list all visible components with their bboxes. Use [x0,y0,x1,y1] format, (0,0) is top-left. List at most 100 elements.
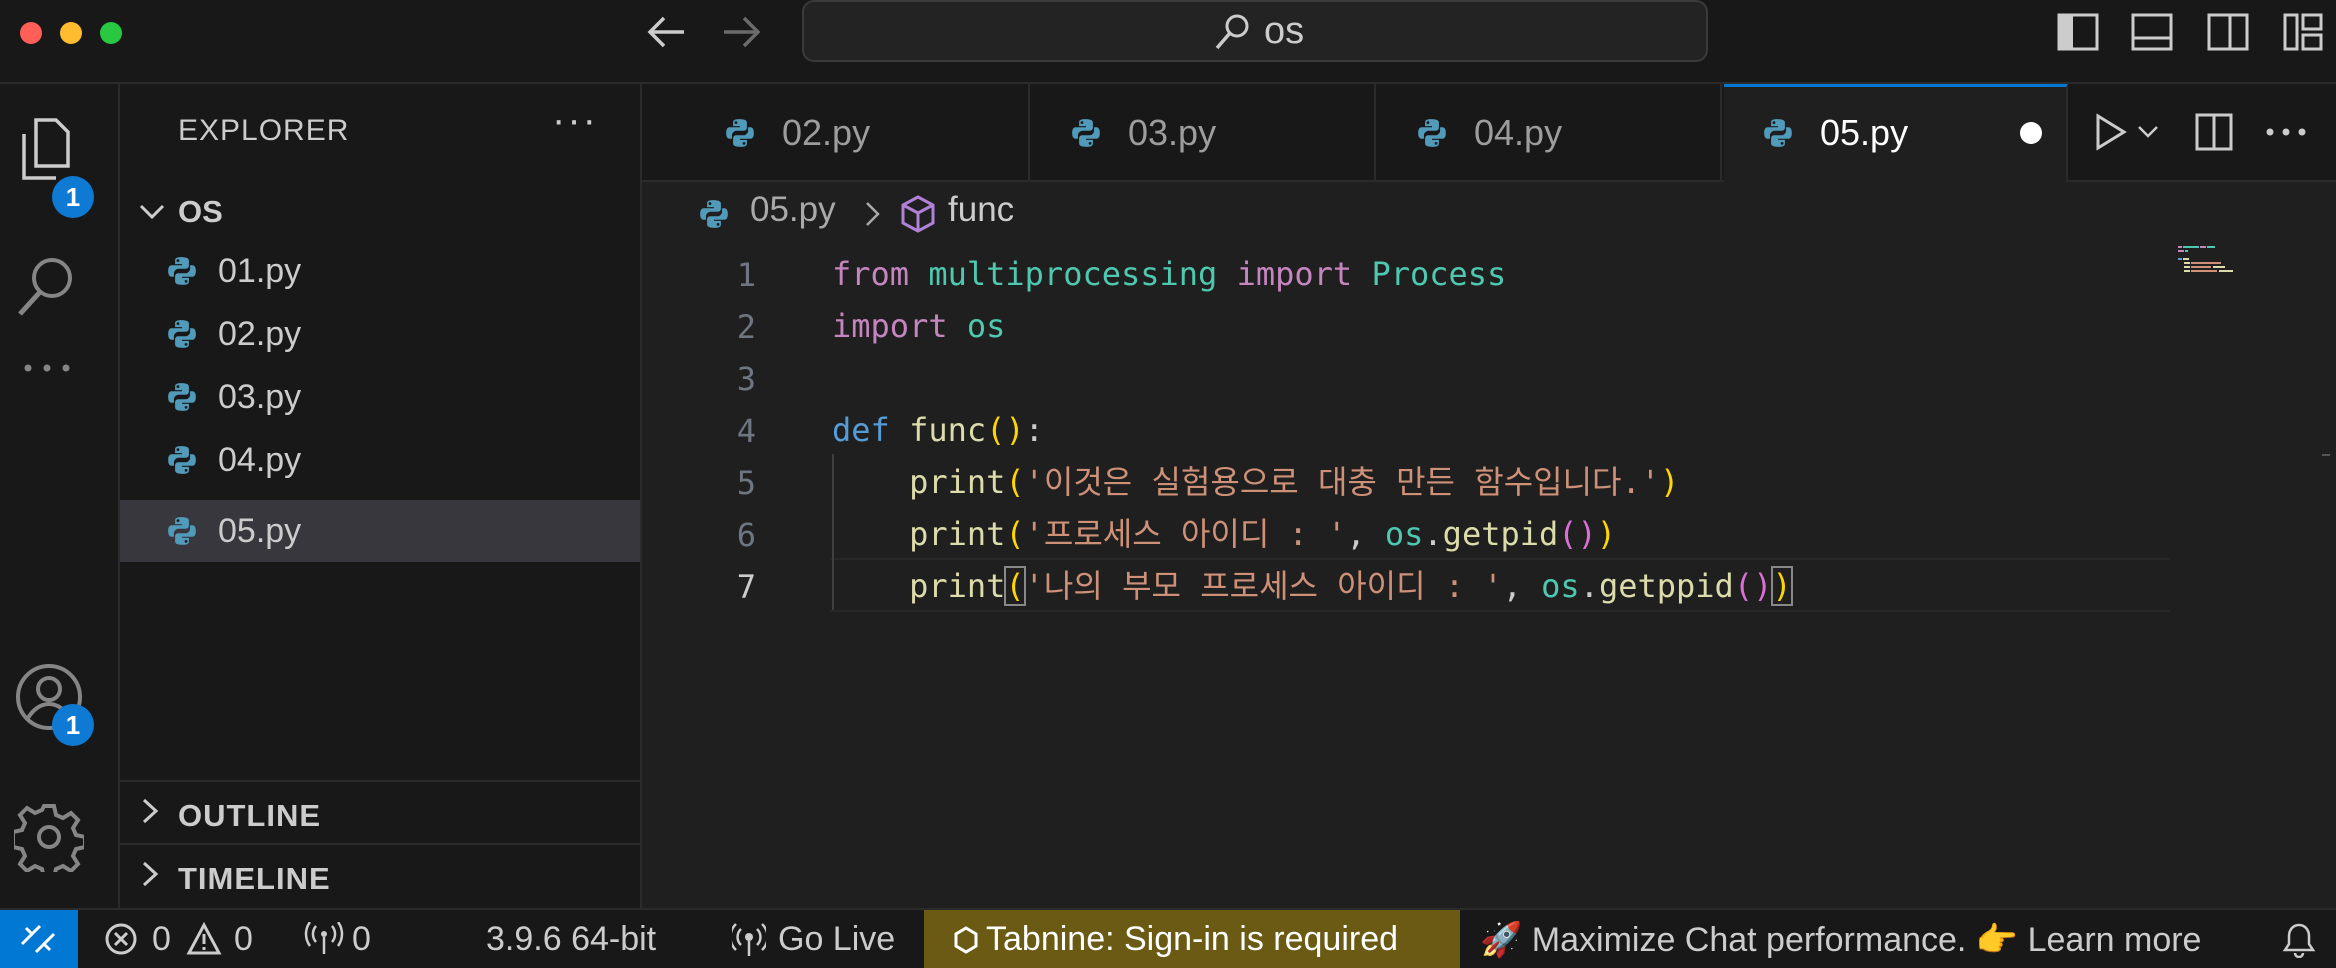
toggle-panel-icon[interactable] [2130,12,2174,52]
accounts-badge: 1 [52,704,94,746]
remote-indicator[interactable] [0,910,78,968]
tab-label: 02.py [782,112,871,153]
chevron-right-icon [142,798,159,824]
file-label: 01.py [218,252,302,290]
tab-label: 03.py [1128,112,1217,153]
command-center-search[interactable]: os [802,0,1708,62]
arrow-left-icon[interactable] [644,14,688,50]
line-number: 1 [736,256,756,294]
explorer-more-actions[interactable]: ··· [552,98,598,143]
line-number: 4 [736,412,756,450]
outline-section[interactable]: OUTLINE [120,780,640,844]
code-line-5: print('이것은 실험용으로 대충 만든 함수입니다.') [909,463,1680,501]
title-bar: os [0,0,2336,84]
file-03-py[interactable]: 03.py [120,366,640,428]
token-string: '프로세스 아이디 : ' [1024,515,1347,553]
timeline-section[interactable]: TIMELINE [120,843,640,907]
token-string: '나의 부모 프로세스 아이디 : ' [1024,567,1503,605]
token-module: os [966,307,1006,345]
token-function: print [909,463,1006,501]
warning-count[interactable]: 0 [234,920,253,959]
token-module: os [1541,567,1580,605]
tab-02-py[interactable]: 02.py [686,84,1030,180]
breadcrumb-symbol[interactable]: func [948,190,1014,230]
file-05-py[interactable]: 05.py [120,500,640,562]
token-function: print [909,567,1006,605]
split-editor-icon[interactable] [2194,112,2234,152]
error-count[interactable]: 0 [152,920,171,959]
maximize-window-button[interactable] [100,22,122,44]
line-number: 3 [736,360,756,398]
file-label: 03.py [218,378,302,416]
ports-count[interactable]: 0 [352,920,371,959]
tab-03-py[interactable]: 03.py [1032,84,1376,180]
python-file-icon [168,383,196,411]
search-icon [1215,14,1249,50]
search-icon[interactable] [14,252,80,322]
tab-04-py[interactable]: 04.py [1378,84,1722,180]
tab-05-py[interactable]: 05.py [1724,84,2068,182]
explorer-title: EXPLORER [178,114,350,147]
code-line-7: print('나의 부모 프로세스 아이디 : ', os.getppid()) [909,566,1793,606]
token-function: getppid [1598,567,1734,605]
python-file-icon [1072,119,1100,147]
explorer-sidebar: EXPLORER ··· OS 01.py 02.py 03.py 04.py … [120,84,642,908]
token-function: print [909,515,1006,553]
file-01-py[interactable]: 01.py [120,240,640,302]
file-04-py[interactable]: 04.py [120,429,640,491]
python-file-icon [168,257,196,285]
chevron-right-icon [866,202,880,226]
chat-promo[interactable]: 🚀 Maximize Chat performance. 👉 Learn mor… [1480,920,2201,960]
token-keyword: def [832,411,890,449]
token-keyword: from [832,255,910,293]
close-window-button[interactable] [20,22,42,44]
status-bar: 0 0 0 3.9.6 64-bit Go Live Tabnine: Sign… [0,908,2336,968]
chevron-down-icon[interactable] [2136,122,2160,142]
search-text: os [1264,10,1305,52]
go-live-broadcast-icon[interactable] [732,922,766,958]
code-line-2: import os [832,300,1005,352]
tabnine-status[interactable]: Tabnine: Sign-in is required [924,910,1460,968]
unsaved-dot-icon[interactable] [2020,122,2042,144]
python-file-icon [1418,119,1446,147]
token-module: os [1384,515,1424,553]
minimap[interactable] [2170,240,2336,906]
token-module: multiprocessing [928,255,1218,293]
symbol-method-icon [901,195,935,233]
token-keyword: import [1236,255,1353,293]
python-file-icon [726,119,754,147]
tabnine-icon [954,926,978,954]
python-file-icon [168,446,196,474]
chevron-down-icon [139,204,165,220]
remote-icon [20,924,56,954]
folder-label: OS [178,194,223,229]
gear-icon[interactable] [14,802,84,872]
python-file-icon [168,517,196,545]
activity-bar: 1 1 [0,84,120,908]
warning-icon[interactable] [186,922,222,956]
token-string: '이것은 실험용으로 대충 만든 함수입니다.' [1024,463,1660,501]
token-function: func [909,411,987,449]
breadcrumb-file[interactable]: 05.py [750,190,836,230]
go-live-button[interactable]: Go Live [778,920,895,959]
tab-label: 05.py [1820,112,1909,153]
arrow-right-icon[interactable] [720,14,764,50]
file-label: 05.py [218,512,302,550]
more-actions-icon[interactable] [2264,120,2308,144]
bell-icon[interactable] [2282,922,2316,958]
tabnine-label: Tabnine: Sign-in is required [986,920,1399,958]
tab-label: 04.py [1474,112,1563,153]
minimize-window-button[interactable] [60,22,82,44]
timeline-label: TIMELINE [178,861,331,896]
explorer-badge: 1 [52,176,94,218]
error-icon[interactable] [104,922,138,956]
run-icon[interactable] [2092,112,2128,152]
ports-broadcast-icon[interactable] [304,922,344,956]
customize-layout-icon[interactable] [2282,12,2326,52]
toggle-secondary-sidebar-icon[interactable] [2206,12,2250,52]
toggle-primary-sidebar-icon[interactable] [2056,12,2100,52]
python-interpreter[interactable]: 3.9.6 64-bit [486,920,656,959]
file-02-py[interactable]: 02.py [120,303,640,365]
token-keyword: import [832,307,948,345]
more-views-icon[interactable] [14,348,80,388]
